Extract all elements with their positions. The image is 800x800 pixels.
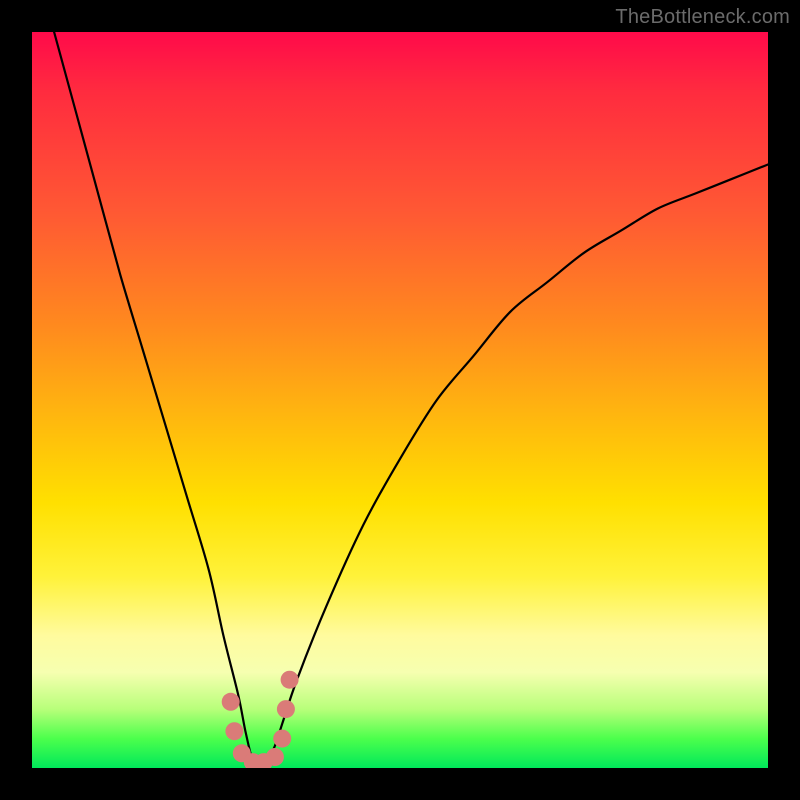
curve-marker [281,671,299,689]
curve-marker [277,700,295,718]
curve-marker [273,730,291,748]
curve-layer [32,32,768,768]
curve-marker [222,693,240,711]
curve-marker [266,748,284,766]
bottleneck-curve [54,32,768,768]
chart-plot-area [32,32,768,768]
watermark-text: TheBottleneck.com [615,6,790,29]
curve-markers [222,671,299,768]
curve-marker [225,722,243,740]
chart-frame: TheBottleneck.com [0,0,800,800]
